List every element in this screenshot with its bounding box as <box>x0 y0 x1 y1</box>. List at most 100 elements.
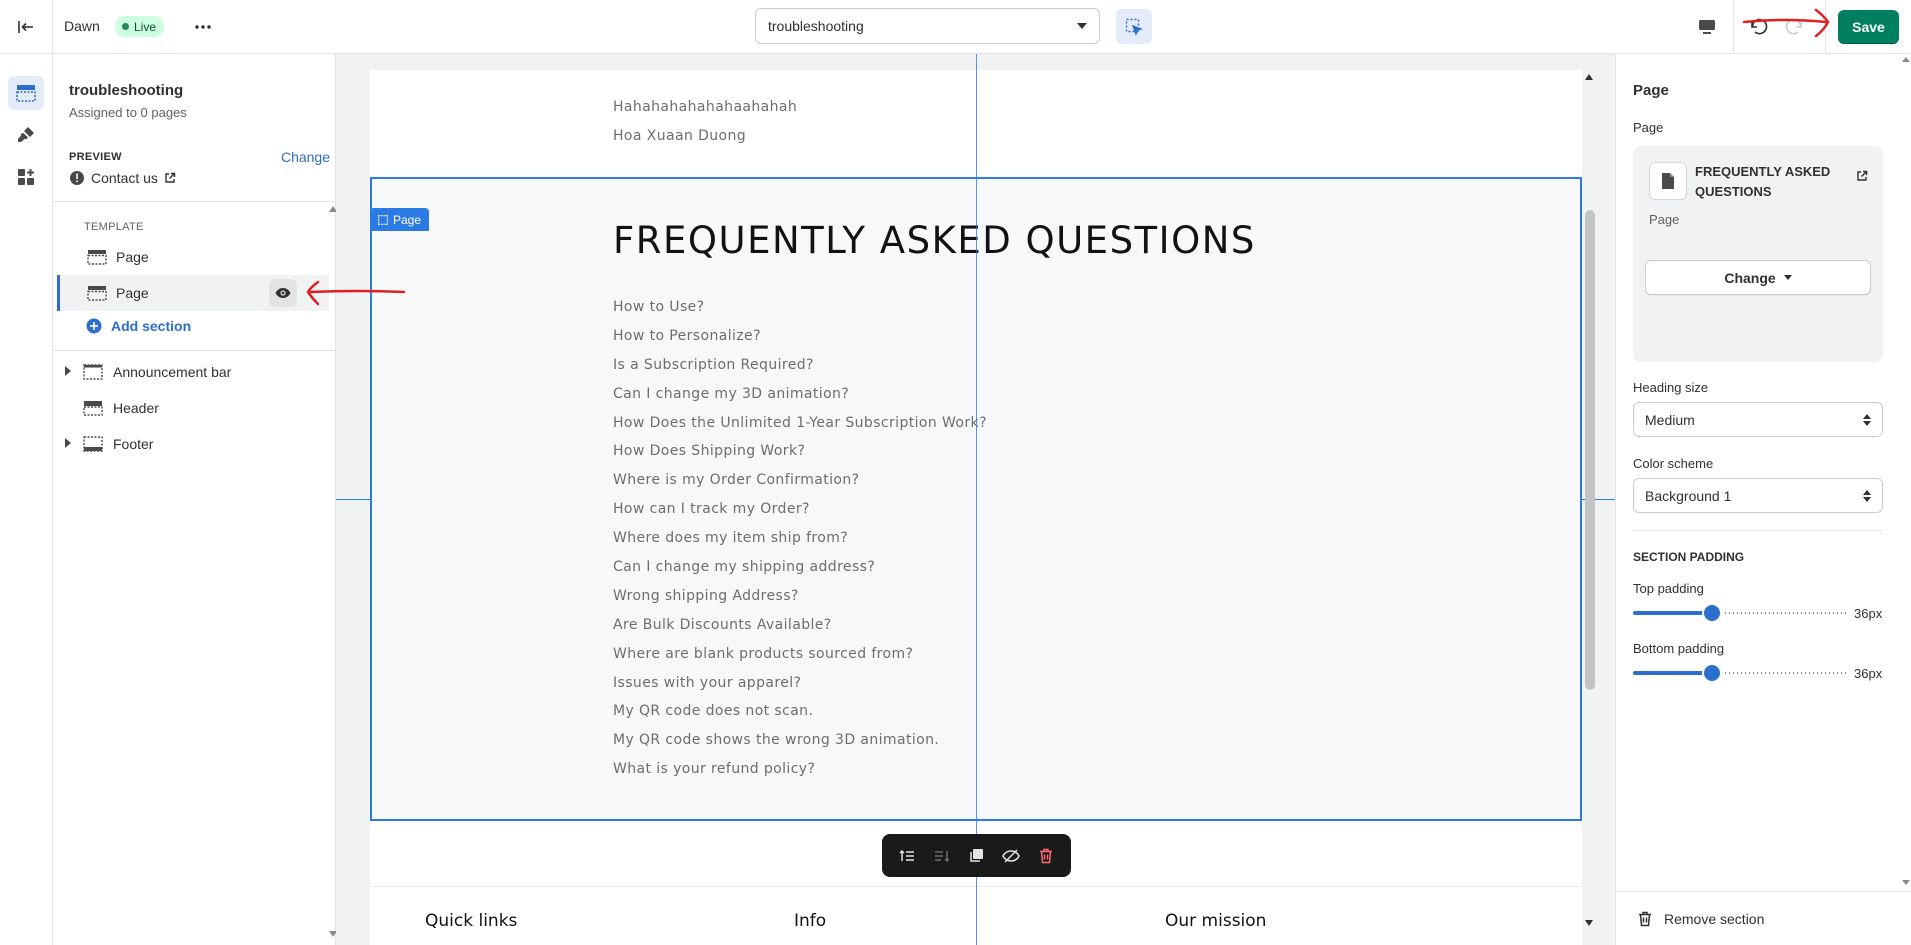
faq-item[interactable]: Issues with your apparel? <box>613 675 987 704</box>
app-embeds-nav-button[interactable] <box>8 160 44 194</box>
scroll-down-icon[interactable] <box>1585 920 1593 926</box>
faq-item[interactable]: How to Use? <box>613 299 987 328</box>
scroll-down-icon[interactable] <box>1902 880 1910 885</box>
faq-item[interactable]: My QR code does not scan. <box>613 703 987 732</box>
select-cursor-icon <box>1125 18 1143 36</box>
remove-section-label: Remove section <box>1664 910 1765 927</box>
bottom-padding-slider[interactable] <box>1633 665 1847 681</box>
scrollbar-thumb[interactable] <box>1585 210 1595 690</box>
move-up-button[interactable] <box>893 842 921 870</box>
desktop-view-button[interactable] <box>1692 13 1722 41</box>
faq-item[interactable]: What is your refund policy? <box>613 761 987 790</box>
divider <box>1633 530 1883 531</box>
bottom-padding-value: 36px <box>1854 666 1883 681</box>
theme-settings-nav-button[interactable] <box>8 118 44 152</box>
section-tag[interactable]: Page <box>370 208 430 231</box>
faq-item[interactable]: My QR code shows the wrong 3D animation. <box>613 732 987 761</box>
top-padding-slider[interactable] <box>1633 605 1847 621</box>
preview-change-link[interactable]: Change <box>256 149 330 165</box>
external-link-icon <box>165 172 176 183</box>
eye-slash-icon <box>1002 848 1020 863</box>
live-badge-label: Live <box>134 19 157 34</box>
save-button[interactable]: Save <box>1838 10 1899 44</box>
heading-size-select[interactable]: Medium <box>1633 402 1883 437</box>
top-bar: Dawn Live troubleshooting Save <box>0 0 1911 54</box>
change-page-button[interactable]: Change <box>1645 260 1871 295</box>
divider <box>1733 0 1734 54</box>
section-row-page-selected[interactable]: Page <box>57 275 329 311</box>
template-select[interactable]: troubleshooting <box>755 8 1100 44</box>
caret-down-icon <box>1077 23 1087 29</box>
top-padding-label: Top padding <box>1633 581 1704 596</box>
color-scheme-select[interactable]: Background 1 <box>1633 478 1883 513</box>
faq-item[interactable]: Where are blank products sourced from? <box>613 646 987 675</box>
remove-section-button[interactable]: Remove section <box>1616 891 1911 945</box>
caret-down-icon <box>1783 275 1792 280</box>
preview-page-name: Contact us <box>91 170 158 186</box>
section-label: Page <box>116 249 149 265</box>
selected-page-title: FREQUENTLY ASKED QUESTIONS <box>1695 164 1831 199</box>
sections-nav-button[interactable] <box>8 76 44 110</box>
faq-item[interactable]: Can I change my 3D animation? <box>613 386 987 415</box>
preview-label: PREVIEW <box>69 151 122 163</box>
preview-scrollbar[interactable] <box>1583 70 1595 930</box>
duplicate-button[interactable] <box>962 842 990 870</box>
sections-icon <box>16 85 36 102</box>
select-arrows-icon <box>1863 413 1871 426</box>
external-link-icon[interactable] <box>1856 170 1868 182</box>
faq-item[interactable]: Is a Subscription Required? <box>613 357 987 386</box>
desktop-icon <box>1699 20 1715 34</box>
section-floating-toolbar <box>882 834 1071 877</box>
faq-item[interactable]: Wrong shipping Address? <box>613 588 987 617</box>
page-picker-label: Page <box>1633 120 1664 135</box>
scroll-up-icon[interactable] <box>1902 57 1910 62</box>
sections-sidebar: troubleshooting Assigned to 0 pages PREV… <box>53 54 337 945</box>
add-section-button[interactable]: Add section <box>86 318 191 334</box>
selected-page-type: Page <box>1649 212 1680 227</box>
section-row-page[interactable]: Page <box>57 239 329 275</box>
preview-page-link[interactable]: Contact us <box>69 170 176 186</box>
inspector-button[interactable] <box>1116 9 1152 44</box>
section-group-announcement-bar[interactable]: Announcement bar <box>63 355 329 389</box>
undo-button[interactable] <box>1745 13 1773 41</box>
heading-size-value: Medium <box>1645 411 1695 428</box>
faq-item[interactable]: Are Bulk Discounts Available? <box>613 617 987 646</box>
footer-column-heading: Our mission <box>1165 911 1267 931</box>
redo-button[interactable] <box>1780 13 1808 41</box>
section-tag-label: Page <box>393 212 422 227</box>
change-page-label: Change <box>1724 269 1776 286</box>
faq-item[interactable]: How Does Shipping Work? <box>613 443 987 472</box>
color-scheme-value: Background 1 <box>1645 487 1732 504</box>
faq-item[interactable]: How can I track my Order? <box>613 501 987 530</box>
section-group-footer[interactable]: Footer <box>63 427 329 461</box>
faq-item[interactable]: Can I change my shipping address? <box>613 559 987 588</box>
settings-scrollbar[interactable] <box>1901 54 1911 891</box>
section-row-header[interactable]: Header <box>63 391 329 425</box>
faq-item[interactable]: Where is my Order Confirmation? <box>613 472 987 501</box>
heading-size-label: Heading size <box>1633 380 1709 395</box>
bottom-padding-label: Bottom padding <box>1633 641 1725 656</box>
toggle-visibility-button[interactable] <box>269 279 297 307</box>
faq-item[interactable]: How to Personalize? <box>613 328 987 357</box>
move-down-button[interactable] <box>928 842 956 870</box>
slider-handle[interactable] <box>1704 665 1720 681</box>
caret-right-icon <box>65 366 71 376</box>
live-badge: Live <box>115 16 165 37</box>
divider <box>53 350 336 351</box>
exit-button[interactable] <box>0 0 53 54</box>
faq-item[interactable]: How Does the Unlimited 1-Year Subscripti… <box>613 415 987 444</box>
faq-item[interactable]: Where does my item ship from? <box>613 530 987 559</box>
section-label: Page <box>116 285 149 301</box>
slider-handle[interactable] <box>1704 605 1720 621</box>
theme-name: Dawn <box>64 18 100 34</box>
scroll-up-icon[interactable] <box>1585 74 1593 80</box>
section-settings-panel: Page Page FREQUENTLY ASKED QUESTIONS Pag… <box>1615 54 1911 945</box>
apps-icon <box>18 169 34 185</box>
delete-section-button[interactable] <box>1032 842 1060 870</box>
paintbrush-icon <box>18 127 34 142</box>
move-up-icon <box>899 849 915 861</box>
slider-fill <box>1633 671 1711 675</box>
hide-section-button[interactable] <box>997 842 1025 870</box>
more-actions-button[interactable] <box>189 13 217 41</box>
color-scheme-label: Color scheme <box>1633 456 1714 471</box>
